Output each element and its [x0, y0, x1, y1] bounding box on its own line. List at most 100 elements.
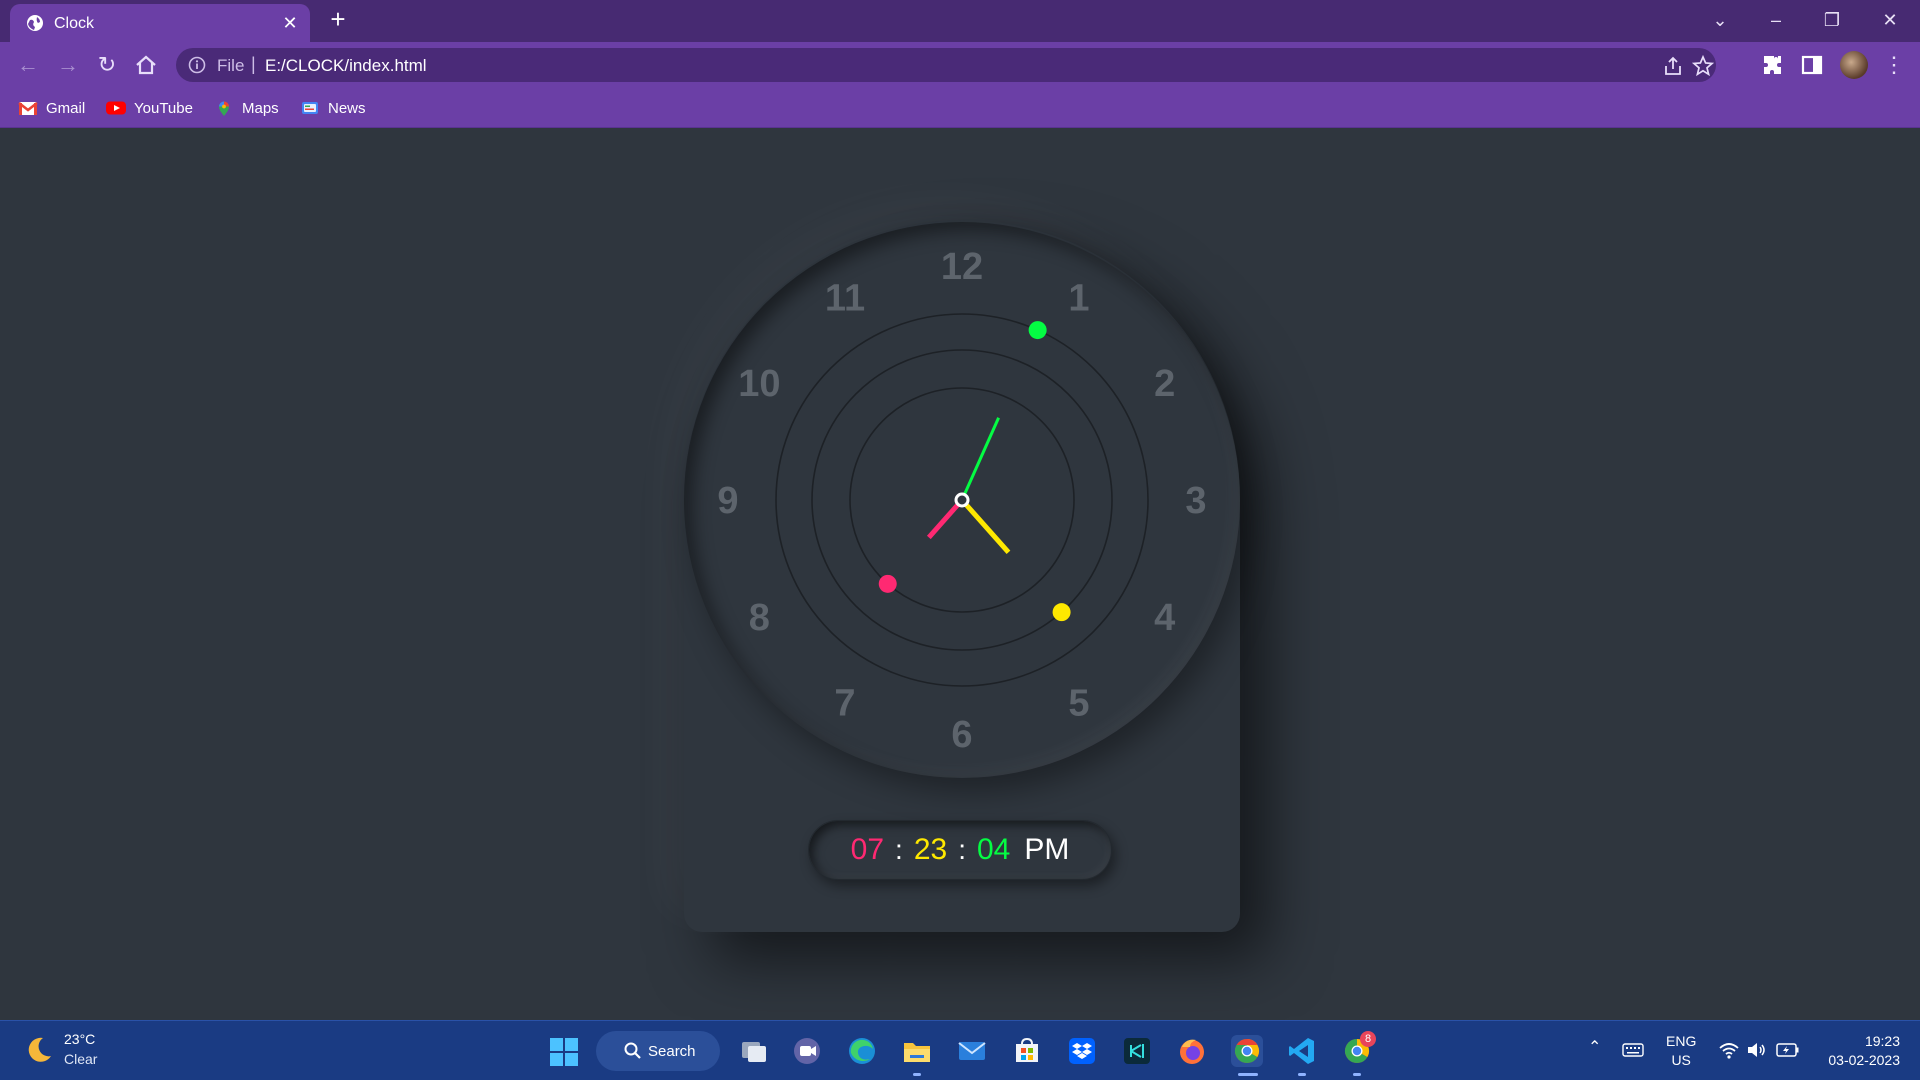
bookmark-maps[interactable]: Maps: [214, 96, 279, 120]
dial-numeral: 5: [1068, 683, 1089, 725]
moon-weather-icon[interactable]: [24, 1035, 54, 1065]
digital-minutes: 23: [913, 833, 948, 866]
scheme-separator: |: [251, 54, 256, 74]
dial-numeral: 1: [1068, 277, 1089, 319]
windows-taskbar: 23°C Clear Search 8 ⌃ ENG US 19:23 03-02…: [0, 1020, 1920, 1080]
digital-separator: :: [895, 834, 903, 865]
vscode-icon[interactable]: [1286, 1035, 1318, 1067]
chrome-icon-active[interactable]: [1231, 1035, 1263, 1067]
chevron-up-icon[interactable]: ⌃: [1588, 1037, 1601, 1057]
bookmarks-bar: Gmail YouTube Maps News: [0, 88, 1920, 128]
tab-search-chevron-icon[interactable]: ⌄: [1700, 6, 1740, 34]
browser-toolbar: ← → ↻ File | E:/CLOCK/index.html ⋮: [0, 42, 1920, 88]
news-icon: [302, 102, 318, 114]
bookmark-gmail[interactable]: Gmail: [18, 96, 85, 120]
dropbox-icon[interactable]: [1066, 1035, 1098, 1067]
new-tab-button[interactable]: +: [326, 6, 350, 32]
address-bar[interactable]: File | E:/CLOCK/index.html: [176, 48, 1716, 82]
active-indicator: [1238, 1073, 1258, 1076]
firefox-icon[interactable]: [1176, 1035, 1208, 1067]
teams-chat-icon[interactable]: [791, 1035, 823, 1067]
second-orbit-dot: [1028, 321, 1047, 340]
running-indicator: [1353, 1073, 1361, 1076]
tab-title: Clock: [54, 15, 95, 32]
dial-numeral: 12: [941, 246, 983, 288]
bookmark-label: YouTube: [134, 99, 193, 117]
minute-hand: [960, 498, 1011, 555]
taskbar-search-button[interactable]: Search: [596, 1031, 720, 1071]
language-code: ENG: [1666, 1033, 1697, 1049]
region-code: US: [1671, 1052, 1691, 1068]
search-label: Search: [648, 1042, 696, 1060]
globe-icon: [27, 15, 43, 31]
dial-numeral: 3: [1185, 480, 1206, 522]
side-panel-icon[interactable]: [1800, 53, 1824, 77]
second-hand: [960, 417, 1000, 501]
system-clock[interactable]: 19:23 03-02-2023: [1820, 1032, 1900, 1070]
system-time: 19:23: [1864, 1033, 1900, 1049]
weather-temperature[interactable]: 23°C: [64, 1031, 95, 1047]
tab-clock[interactable]: Clock ✕: [10, 4, 310, 42]
running-indicator: [1298, 1073, 1306, 1076]
battery-icon[interactable]: [1776, 1042, 1800, 1058]
dial-numeral: 8: [749, 597, 770, 639]
menu-kebab-icon[interactable]: ⋮: [1880, 51, 1908, 79]
task-view-icon[interactable]: [738, 1035, 770, 1067]
share-icon[interactable]: [1662, 55, 1684, 77]
analog-dial: 121234567891011: [717, 246, 1206, 756]
youtube-icon: [106, 101, 126, 115]
keyboard-icon[interactable]: [1622, 1043, 1644, 1057]
dial-numeral: 4: [1154, 597, 1175, 639]
back-button[interactable]: ←: [14, 51, 42, 79]
dial-numeral: 9: [717, 480, 738, 522]
gmail-icon: [18, 101, 38, 115]
minute-orbit-dot: [1052, 603, 1071, 622]
hour-orbit-dot: [878, 574, 897, 593]
terminal-app-icon[interactable]: [1121, 1035, 1153, 1067]
profile-avatar[interactable]: [1840, 51, 1868, 79]
maps-pin-icon: [219, 101, 229, 116]
running-indicator: [913, 1073, 921, 1076]
bookmark-label: News: [328, 99, 366, 117]
url-text[interactable]: E:/CLOCK/index.html: [265, 56, 427, 76]
extensions-icon[interactable]: [1761, 53, 1785, 77]
weather-condition[interactable]: Clear: [64, 1051, 97, 1067]
file-explorer-icon[interactable]: [901, 1035, 933, 1067]
close-window-button[interactable]: ✕: [1870, 6, 1910, 34]
digital-ampm: PM: [1024, 833, 1070, 866]
close-tab-icon[interactable]: ✕: [280, 13, 300, 33]
home-icon[interactable]: [134, 54, 158, 76]
microsoft-store-icon[interactable]: [1011, 1035, 1043, 1067]
input-language[interactable]: ENG US: [1666, 1032, 1696, 1070]
dial-numeral: 6: [951, 714, 972, 756]
dial-numeral: 10: [738, 363, 780, 405]
info-icon[interactable]: [188, 56, 206, 74]
mail-icon[interactable]: [956, 1035, 988, 1067]
edge-browser-icon[interactable]: [846, 1035, 878, 1067]
bookmark-label: Gmail: [46, 99, 86, 117]
search-icon: [624, 1042, 641, 1059]
digital-hours: 07: [850, 833, 885, 866]
volume-icon[interactable]: [1746, 1041, 1766, 1059]
center-hub: [954, 492, 970, 508]
reload-button[interactable]: ↻: [93, 51, 121, 79]
windows-start-icon[interactable]: [550, 1038, 578, 1066]
minimize-button[interactable]: –: [1756, 6, 1796, 34]
bookmark-label: Maps: [242, 99, 279, 117]
digital-seconds: 04: [976, 833, 1011, 866]
system-date: 03-02-2023: [1828, 1052, 1900, 1068]
forward-button[interactable]: →: [54, 51, 82, 79]
restore-button[interactable]: ❐: [1812, 6, 1852, 34]
bookmark-star-icon[interactable]: [1692, 55, 1714, 77]
browser-tab-strip: Clock ✕ + ⌄ – ❐ ✕: [0, 0, 1920, 42]
dial-numeral: 11: [825, 277, 865, 319]
dial-numeral: 7: [834, 683, 855, 725]
wifi-icon[interactable]: [1718, 1041, 1740, 1059]
digital-time-display: 07 : 23 : 04 PM: [808, 820, 1112, 880]
notification-badge: 8: [1360, 1031, 1376, 1047]
dial-numeral: 2: [1154, 363, 1175, 405]
scheme-label: File: [217, 56, 245, 75]
bookmark-news[interactable]: News: [300, 96, 366, 120]
bookmark-youtube[interactable]: YouTube: [106, 96, 193, 120]
digital-separator: :: [958, 834, 966, 865]
